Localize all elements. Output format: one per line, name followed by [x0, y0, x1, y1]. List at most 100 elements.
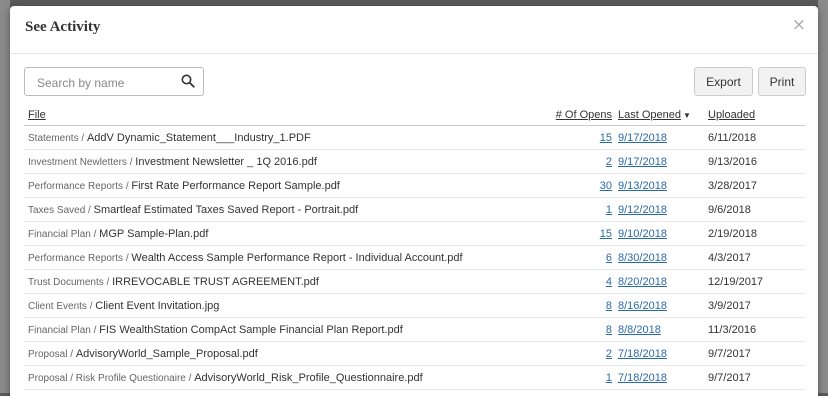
last-opened-link[interactable]: 9/12/2018: [618, 204, 667, 216]
last-opened-link[interactable]: 8/16/2018: [618, 300, 667, 312]
opens-cell: 30: [544, 173, 614, 198]
file-category: Proposal / Risk Profile Questionaire: [28, 372, 186, 384]
last-opened-link[interactable]: 9/17/2018: [618, 156, 667, 168]
file-name: Investment Newsletter _ 1Q 2016.pdf: [135, 155, 317, 168]
search-icon[interactable]: [181, 74, 195, 88]
opens-cell: 8: [544, 293, 614, 318]
table-header-row: File # Of Opens Last Opened ▼ Uploaded: [24, 104, 805, 126]
table-row: Client Events / Client Event Invitation.…: [24, 293, 805, 318]
opens-cell: 1: [544, 365, 614, 390]
uploaded-cell: 6/11/2018: [704, 125, 805, 150]
opens-count-link[interactable]: 8: [606, 300, 612, 312]
file-category: Investment Newletters: [28, 156, 127, 168]
last-opened-cell: 9/17/2018: [614, 125, 704, 150]
modal-backdrop-left: [0, 0, 10, 393]
opens-count-link[interactable]: 2: [606, 348, 612, 360]
column-header-last-opened[interactable]: Last Opened ▼: [614, 104, 704, 126]
print-button[interactable]: Print: [758, 67, 806, 96]
file-cell: Performance Reports / Wealth Access Samp…: [24, 245, 544, 270]
column-header-file[interactable]: File: [24, 104, 544, 126]
opens-count-link[interactable]: 8: [606, 324, 612, 336]
file-name: AdvisoryWorld_Risk_Profile_Questionnaire…: [194, 371, 423, 384]
category-separator: /: [78, 132, 87, 144]
last-opened-link[interactable]: 9/17/2018: [618, 132, 667, 144]
column-header-uploaded[interactable]: Uploaded: [704, 104, 805, 126]
uploaded-cell: 9/7/2017: [704, 341, 805, 366]
column-header-last-opened-label: Last Opened: [618, 108, 681, 121]
opens-count-link[interactable]: 2: [606, 156, 612, 168]
opens-cell: 15: [544, 125, 614, 150]
file-cell: Proposal / Risk Profile Questionaire / A…: [24, 365, 544, 390]
sort-desc-icon: ▼: [683, 110, 691, 120]
last-opened-link[interactable]: 8/20/2018: [618, 276, 667, 288]
file-name: AdvisoryWorld_Sample_Proposal.pdf: [75, 347, 258, 360]
opens-cell: 1: [544, 197, 614, 222]
file-category: Financial Plan: [28, 228, 91, 240]
last-opened-link[interactable]: 7/18/2018: [618, 372, 667, 384]
opens-cell: 15: [544, 221, 614, 246]
last-opened-cell: 9/13/2018: [614, 173, 704, 198]
see-activity-modal: See Activity × Export Print File # Of Op…: [10, 6, 818, 396]
opens-count-link[interactable]: 30: [600, 180, 612, 192]
last-opened-cell: 9/17/2018: [614, 149, 704, 174]
file-category: Client Events: [28, 300, 87, 312]
file-name: AddV Dynamic_Statement___Industry_1.PDF: [86, 131, 311, 144]
file-category: Proposal: [28, 348, 68, 360]
last-opened-cell: 8/16/2018: [614, 293, 704, 318]
file-cell: Proposal / AdvisoryWorld_Sample_Proposal…: [24, 341, 544, 366]
opens-count-link[interactable]: 15: [600, 132, 612, 144]
table-row: Statements / AddV Dynamic_Statement___In…: [24, 125, 805, 150]
last-opened-cell: 7/18/2018: [614, 365, 704, 390]
opens-count-link[interactable]: 15: [600, 228, 612, 240]
last-opened-cell: 8/20/2018: [614, 269, 704, 294]
last-opened-link[interactable]: 9/10/2018: [618, 228, 667, 240]
opens-cell: 2: [544, 149, 614, 174]
opens-count-link[interactable]: 1: [606, 372, 612, 384]
uploaded-cell: 3/28/2017: [704, 173, 805, 198]
modal-backdrop-right: [818, 0, 828, 393]
close-icon[interactable]: ×: [792, 15, 806, 35]
uploaded-cell: 11/3/2016: [704, 317, 805, 342]
uploaded-cell: 9/7/2017: [704, 365, 805, 390]
last-opened-link[interactable]: 8/30/2018: [618, 252, 667, 264]
uploaded-cell: 2/19/2018: [704, 221, 805, 246]
file-name: MGP Sample-Plan.pdf: [99, 227, 209, 240]
last-opened-cell: 9/12/2018: [614, 197, 704, 222]
table-row: Performance Reports / First Rate Perform…: [24, 173, 805, 198]
table-row: Proposal / AdvisoryWorld_Sample_Proposal…: [24, 341, 805, 366]
activity-table: File # Of Opens Last Opened ▼ Uploaded St…: [24, 104, 805, 390]
modal-title: See Activity: [25, 19, 101, 35]
file-category: Statements: [28, 132, 79, 144]
uploaded-cell: 12/19/2017: [704, 269, 805, 294]
last-opened-link[interactable]: 8/8/2018: [618, 324, 661, 336]
opens-count-link[interactable]: 1: [606, 204, 612, 216]
opens-cell: 2: [544, 341, 614, 366]
uploaded-cell: 3/9/2017: [704, 293, 805, 318]
opens-count-link[interactable]: 4: [606, 276, 612, 288]
table-row: Performance Reports / Wealth Access Samp…: [24, 245, 805, 270]
last-opened-cell: 7/18/2018: [614, 341, 704, 366]
opens-cell: 8: [544, 317, 614, 342]
search-input[interactable]: [35, 73, 179, 92]
opens-cell: 4: [544, 269, 614, 294]
opens-count-link[interactable]: 6: [606, 252, 612, 264]
category-separator: /: [90, 324, 100, 336]
table-row: Investment Newletters / Investment Newsl…: [24, 149, 805, 174]
last-opened-link[interactable]: 7/18/2018: [618, 348, 667, 360]
table-row: Trust Documents / IRREVOCABLE TRUST AGRE…: [24, 269, 805, 294]
last-opened-cell: 8/8/2018: [614, 317, 704, 342]
column-header-opens[interactable]: # Of Opens: [544, 104, 614, 126]
last-opened-link[interactable]: 9/13/2018: [618, 180, 667, 192]
uploaded-cell: 9/13/2016: [704, 149, 805, 174]
file-name: IRREVOCABLE TRUST AGREEMENT.pdf: [112, 275, 319, 288]
file-name: Client Event Invitation.jpg: [95, 299, 220, 312]
file-cell: Taxes Saved / Smartleaf Estimated Taxes …: [24, 197, 544, 222]
file-category: Financial Plan: [28, 324, 91, 336]
file-cell: Financial Plan / FIS WealthStation CompA…: [24, 317, 544, 342]
category-separator: /: [86, 300, 96, 312]
export-button[interactable]: Export: [694, 67, 753, 96]
file-category: Taxes Saved: [28, 204, 86, 216]
table-row: Taxes Saved / Smartleaf Estimated Taxes …: [24, 197, 805, 222]
file-category: Performance Reports: [28, 252, 124, 264]
category-separator: /: [185, 372, 195, 384]
